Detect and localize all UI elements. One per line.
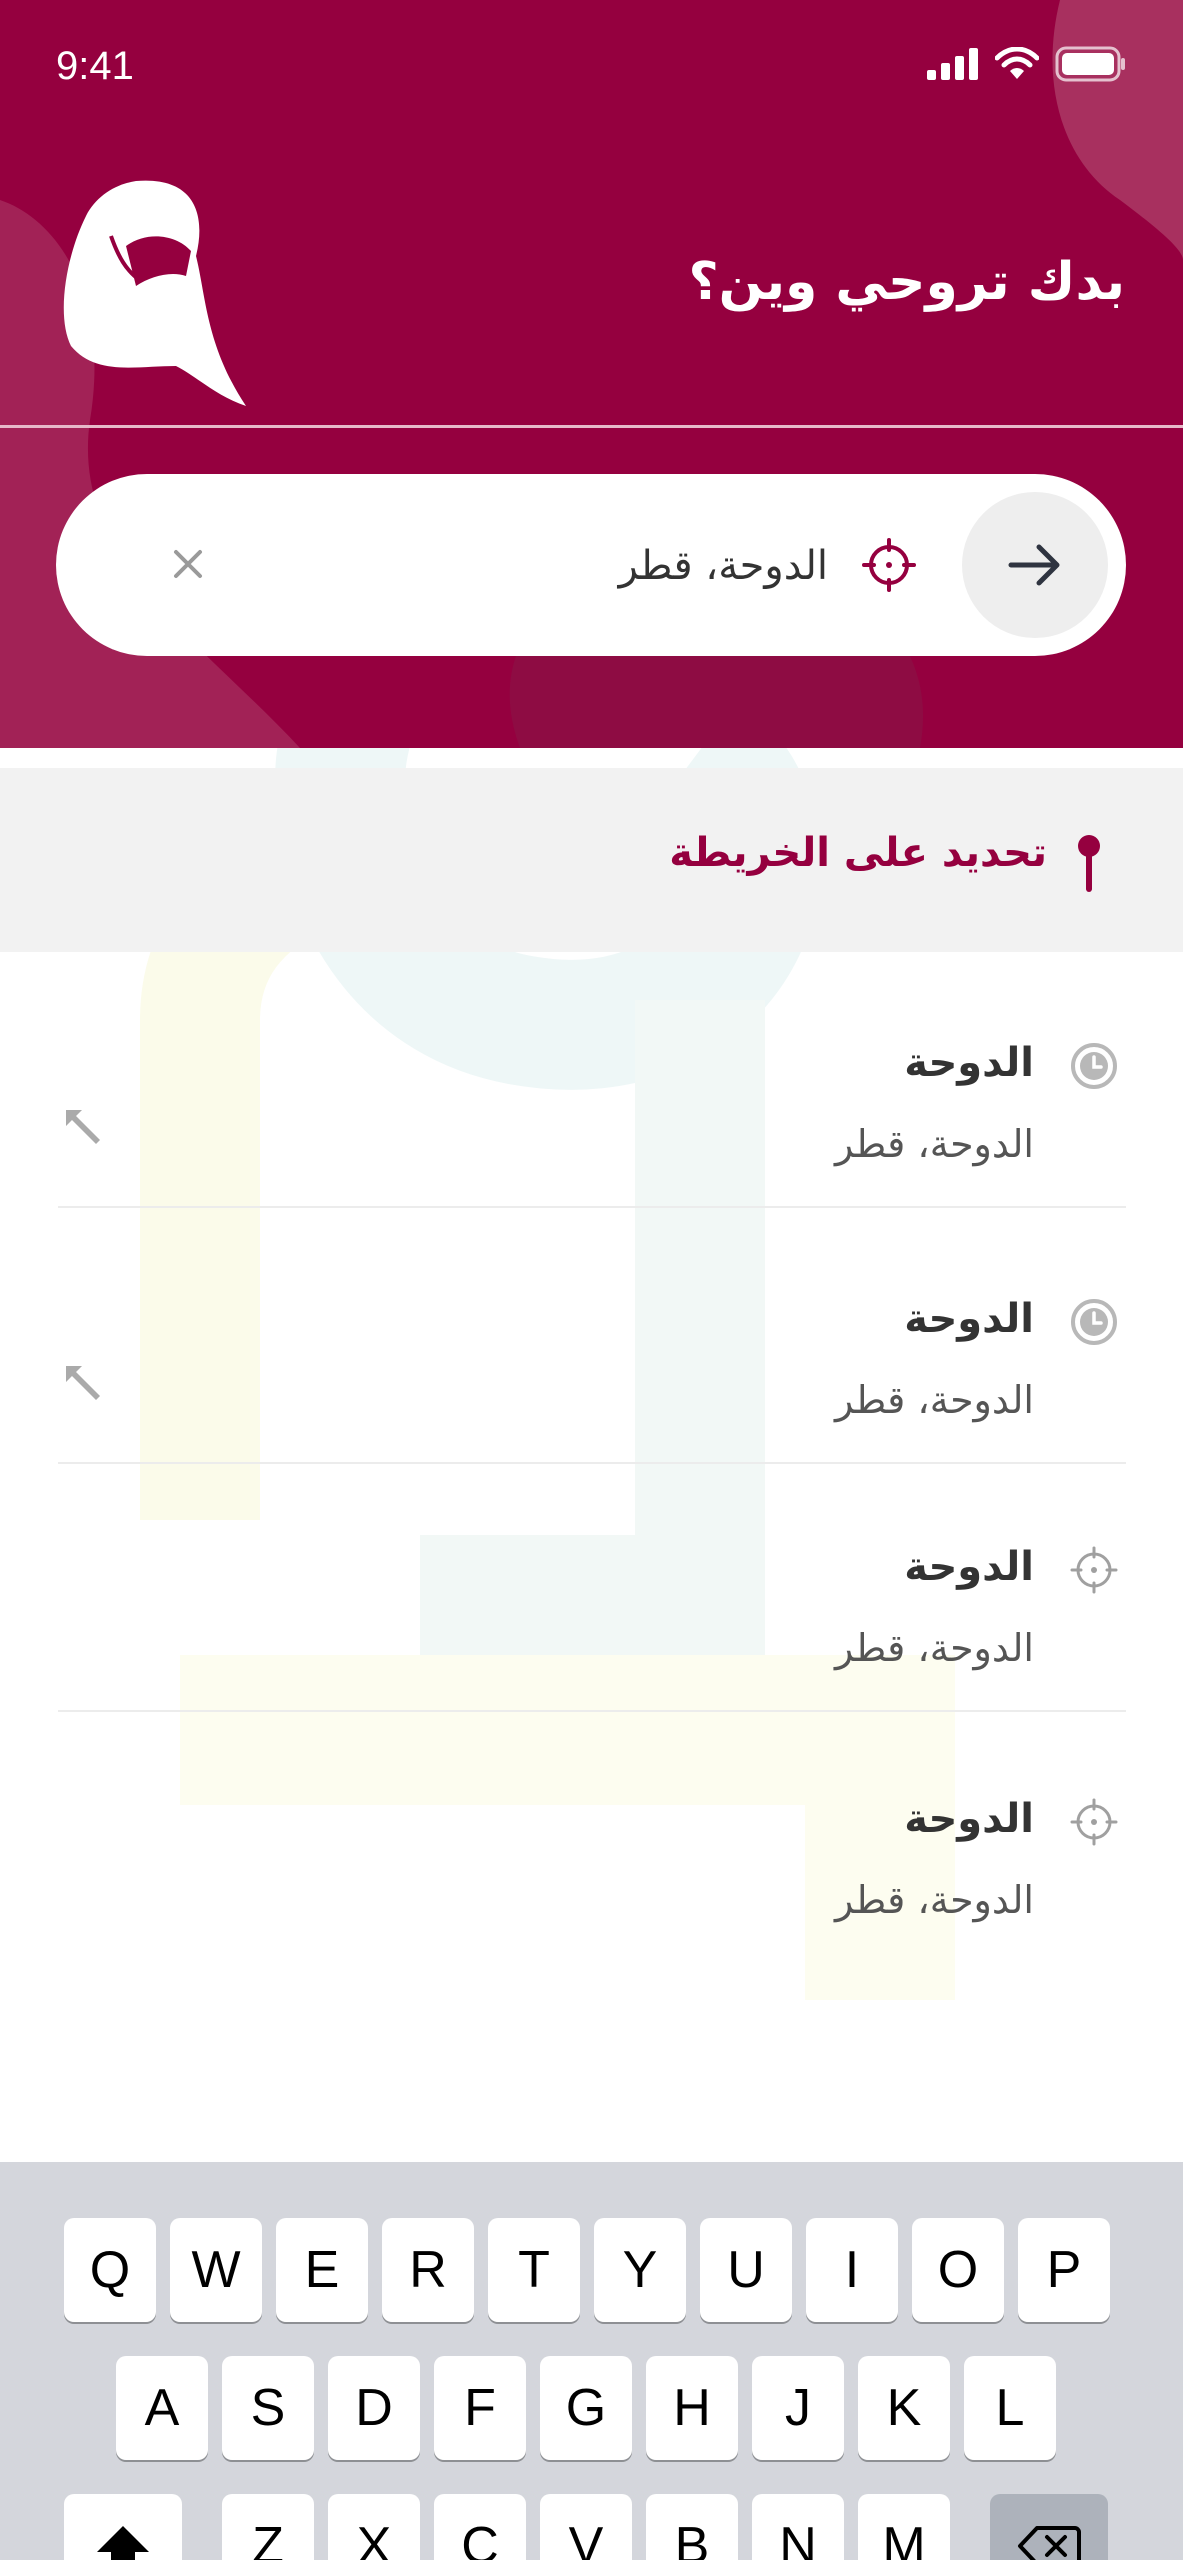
key-k[interactable]: K	[858, 2356, 950, 2460]
item-subtitle: الدوحة، قطر	[835, 1378, 1034, 1422]
close-icon	[174, 550, 202, 578]
clear-button[interactable]	[156, 532, 220, 596]
key-d[interactable]: D	[328, 2356, 420, 2460]
item-title: الدوحة	[904, 1544, 1034, 1590]
key-t[interactable]: T	[488, 2218, 580, 2322]
location-target-icon	[1070, 1546, 1118, 1594]
key-v[interactable]: V	[540, 2494, 632, 2560]
key-y[interactable]: Y	[594, 2218, 686, 2322]
key-u[interactable]: U	[700, 2218, 792, 2322]
key-e[interactable]: E	[276, 2218, 368, 2322]
arrow-right-icon	[1008, 544, 1060, 586]
clock-icon	[1071, 1043, 1117, 1089]
shift-icon	[97, 2526, 149, 2560]
list-item[interactable]: الدوحة الدوحة، قطر	[58, 1208, 1126, 1464]
key-n[interactable]: N	[752, 2494, 844, 2560]
list-item[interactable]: الدوحة الدوحة، قطر	[58, 1708, 1126, 1964]
key-o[interactable]: O	[912, 2218, 1004, 2322]
item-subtitle: الدوحة، قطر	[835, 1878, 1034, 1922]
select-on-map-label: تحديد على الخريطة	[669, 830, 1047, 876]
key-z[interactable]: Z	[222, 2494, 314, 2560]
item-title: الدوحة	[904, 1796, 1034, 1842]
status-bar: 9:41	[0, 0, 1183, 140]
key-r[interactable]: R	[382, 2218, 474, 2322]
list-item[interactable]: الدوحة الدوحة، قطر	[58, 952, 1126, 1208]
clock-icon	[1071, 1299, 1117, 1345]
item-subtitle: الدوحة، قطر	[835, 1626, 1034, 1670]
location-target-icon	[1070, 1798, 1118, 1846]
key-b[interactable]: B	[646, 2494, 738, 2560]
key-j[interactable]: J	[752, 2356, 844, 2460]
backspace-key[interactable]	[990, 2494, 1108, 2560]
fill-arrow-icon[interactable]	[58, 1358, 106, 1406]
key-p[interactable]: P	[1018, 2218, 1110, 2322]
header: 9:41 بدك تروحي وين؟	[0, 0, 1183, 748]
select-on-map-row[interactable]: تحديد على الخريطة	[0, 768, 1183, 952]
key-s[interactable]: S	[222, 2356, 314, 2460]
status-time: 9:41	[56, 44, 134, 88]
key-q[interactable]: Q	[64, 2218, 156, 2322]
go-button[interactable]	[962, 492, 1108, 638]
item-title: الدوحة	[904, 1040, 1034, 1086]
key-w[interactable]: W	[170, 2218, 262, 2322]
key-f[interactable]: F	[434, 2356, 526, 2460]
battery-icon	[1055, 46, 1125, 82]
item-title: الدوحة	[904, 1296, 1034, 1342]
key-m[interactable]: M	[858, 2494, 950, 2560]
search-bar	[56, 474, 1126, 656]
item-subtitle: الدوحة، قطر	[835, 1122, 1034, 1166]
key-a[interactable]: A	[116, 2356, 208, 2460]
key-g[interactable]: G	[540, 2356, 632, 2460]
shift-key[interactable]	[64, 2494, 182, 2560]
wifi-icon	[995, 47, 1039, 79]
key-i[interactable]: I	[806, 2218, 898, 2322]
header-divider	[0, 425, 1183, 428]
signal-icon	[927, 48, 978, 80]
key-l[interactable]: L	[964, 2356, 1056, 2460]
fill-arrow-icon[interactable]	[58, 1102, 106, 1150]
backspace-icon	[1018, 2526, 1081, 2560]
app-logo	[63, 180, 247, 406]
status-icons	[927, 46, 1127, 82]
location-target-icon	[862, 538, 916, 592]
map-pin-icon	[1078, 835, 1100, 892]
search-input[interactable]	[266, 516, 830, 616]
keyboard: Q W E R T Y U I O P A S D F G H J K L Z …	[0, 2162, 1183, 2560]
key-c[interactable]: C	[434, 2494, 526, 2560]
key-x[interactable]: X	[328, 2494, 420, 2560]
page-title: بدك تروحي وين؟	[688, 252, 1125, 312]
key-h[interactable]: H	[646, 2356, 738, 2460]
list-item[interactable]: الدوحة الدوحة، قطر	[58, 1456, 1126, 1712]
